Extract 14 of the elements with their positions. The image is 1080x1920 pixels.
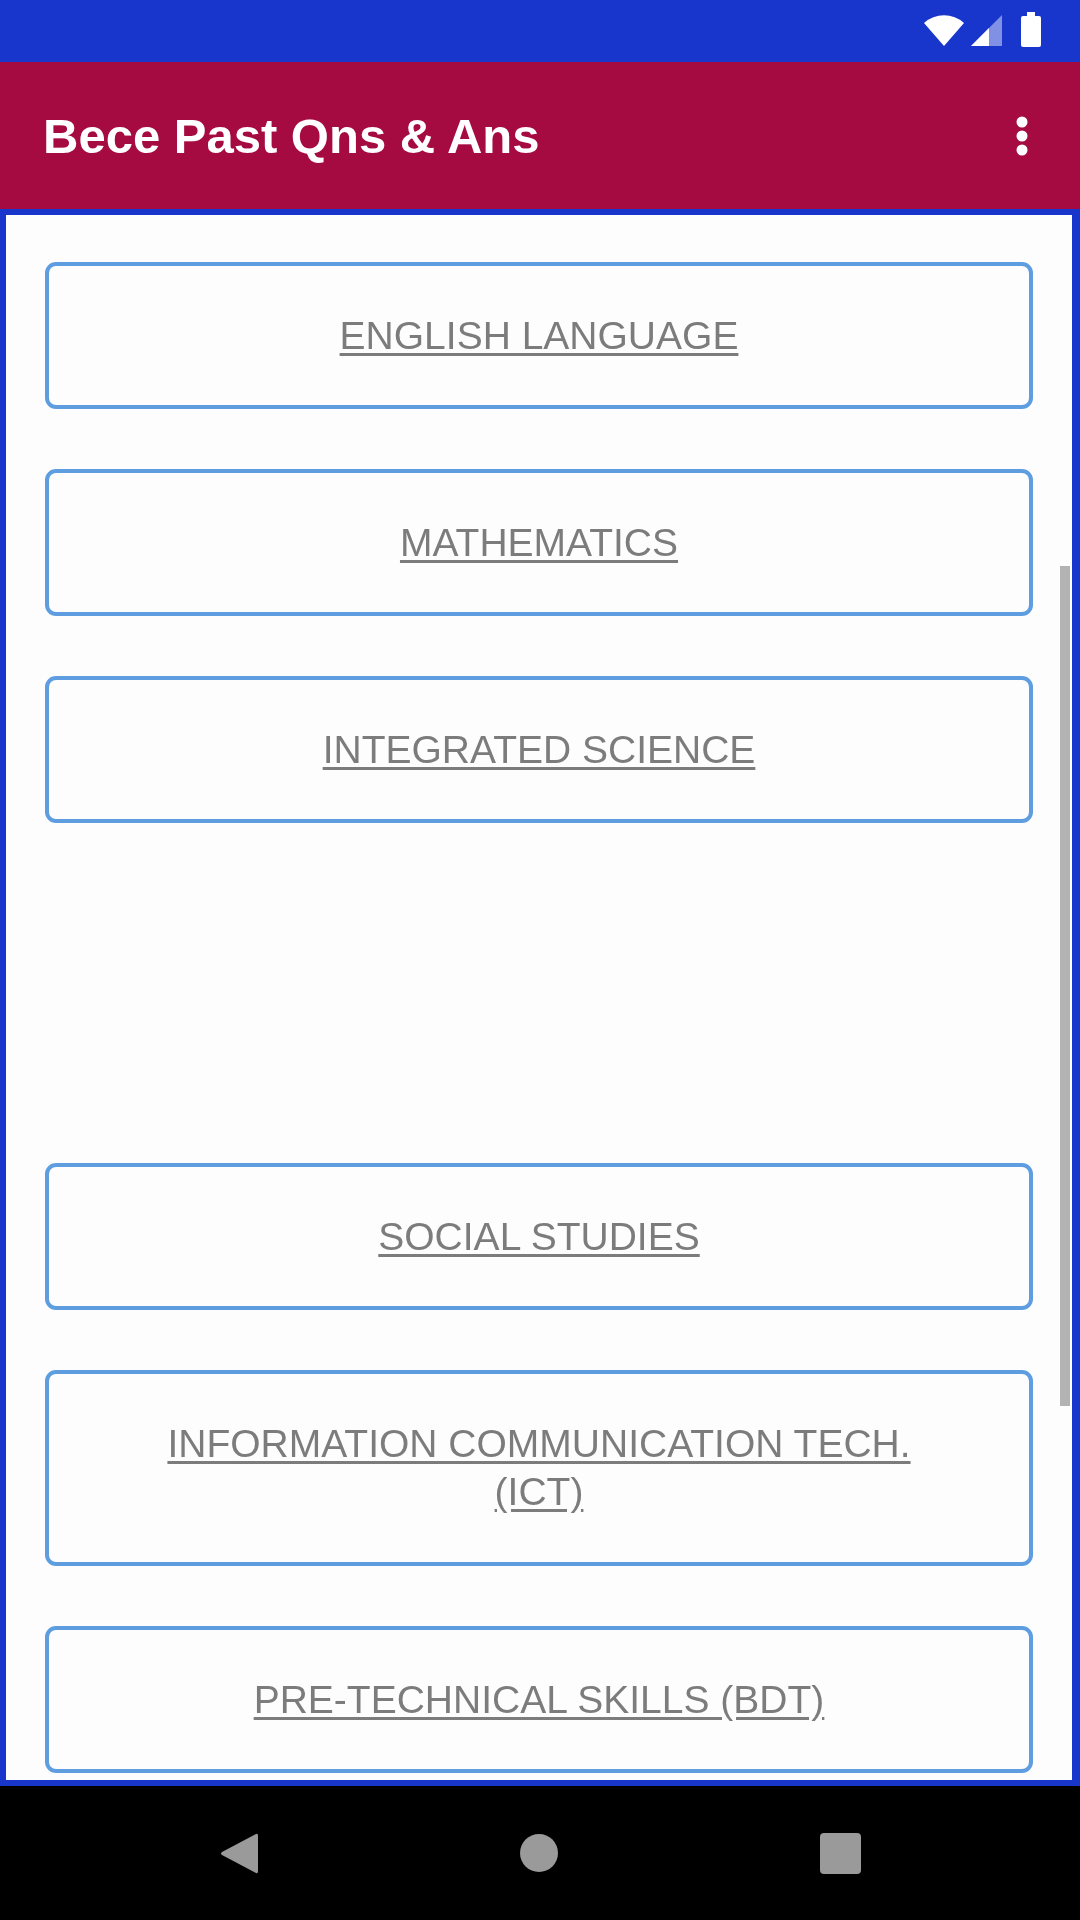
subject-button[interactable]: ENGLISH LANGUAGE	[45, 262, 1033, 409]
wifi-icon	[924, 14, 964, 46]
more-options-icon[interactable]	[1016, 115, 1028, 156]
back-icon[interactable]	[219, 1831, 258, 1875]
subject-button[interactable]: INFORMATION COMMUNICATION TECH. (ICT)	[45, 1370, 1033, 1566]
subject-button[interactable]: INTEGRATED SCIENCE	[45, 676, 1033, 823]
subject-button[interactable]: MATHEMATICS	[45, 469, 1033, 616]
recents-icon[interactable]	[819, 1832, 861, 1874]
subject-button[interactable]: SOCIAL STUDIES	[45, 1163, 1033, 1310]
home-icon[interactable]	[519, 1834, 558, 1872]
subject-button[interactable]: PRE-TECHNICAL SKILLS (BDT)	[45, 1626, 1033, 1773]
battery-icon	[1021, 12, 1041, 47]
signal-icon	[971, 14, 1002, 46]
app-title: Bece Past Qns & Ans	[43, 107, 540, 164]
